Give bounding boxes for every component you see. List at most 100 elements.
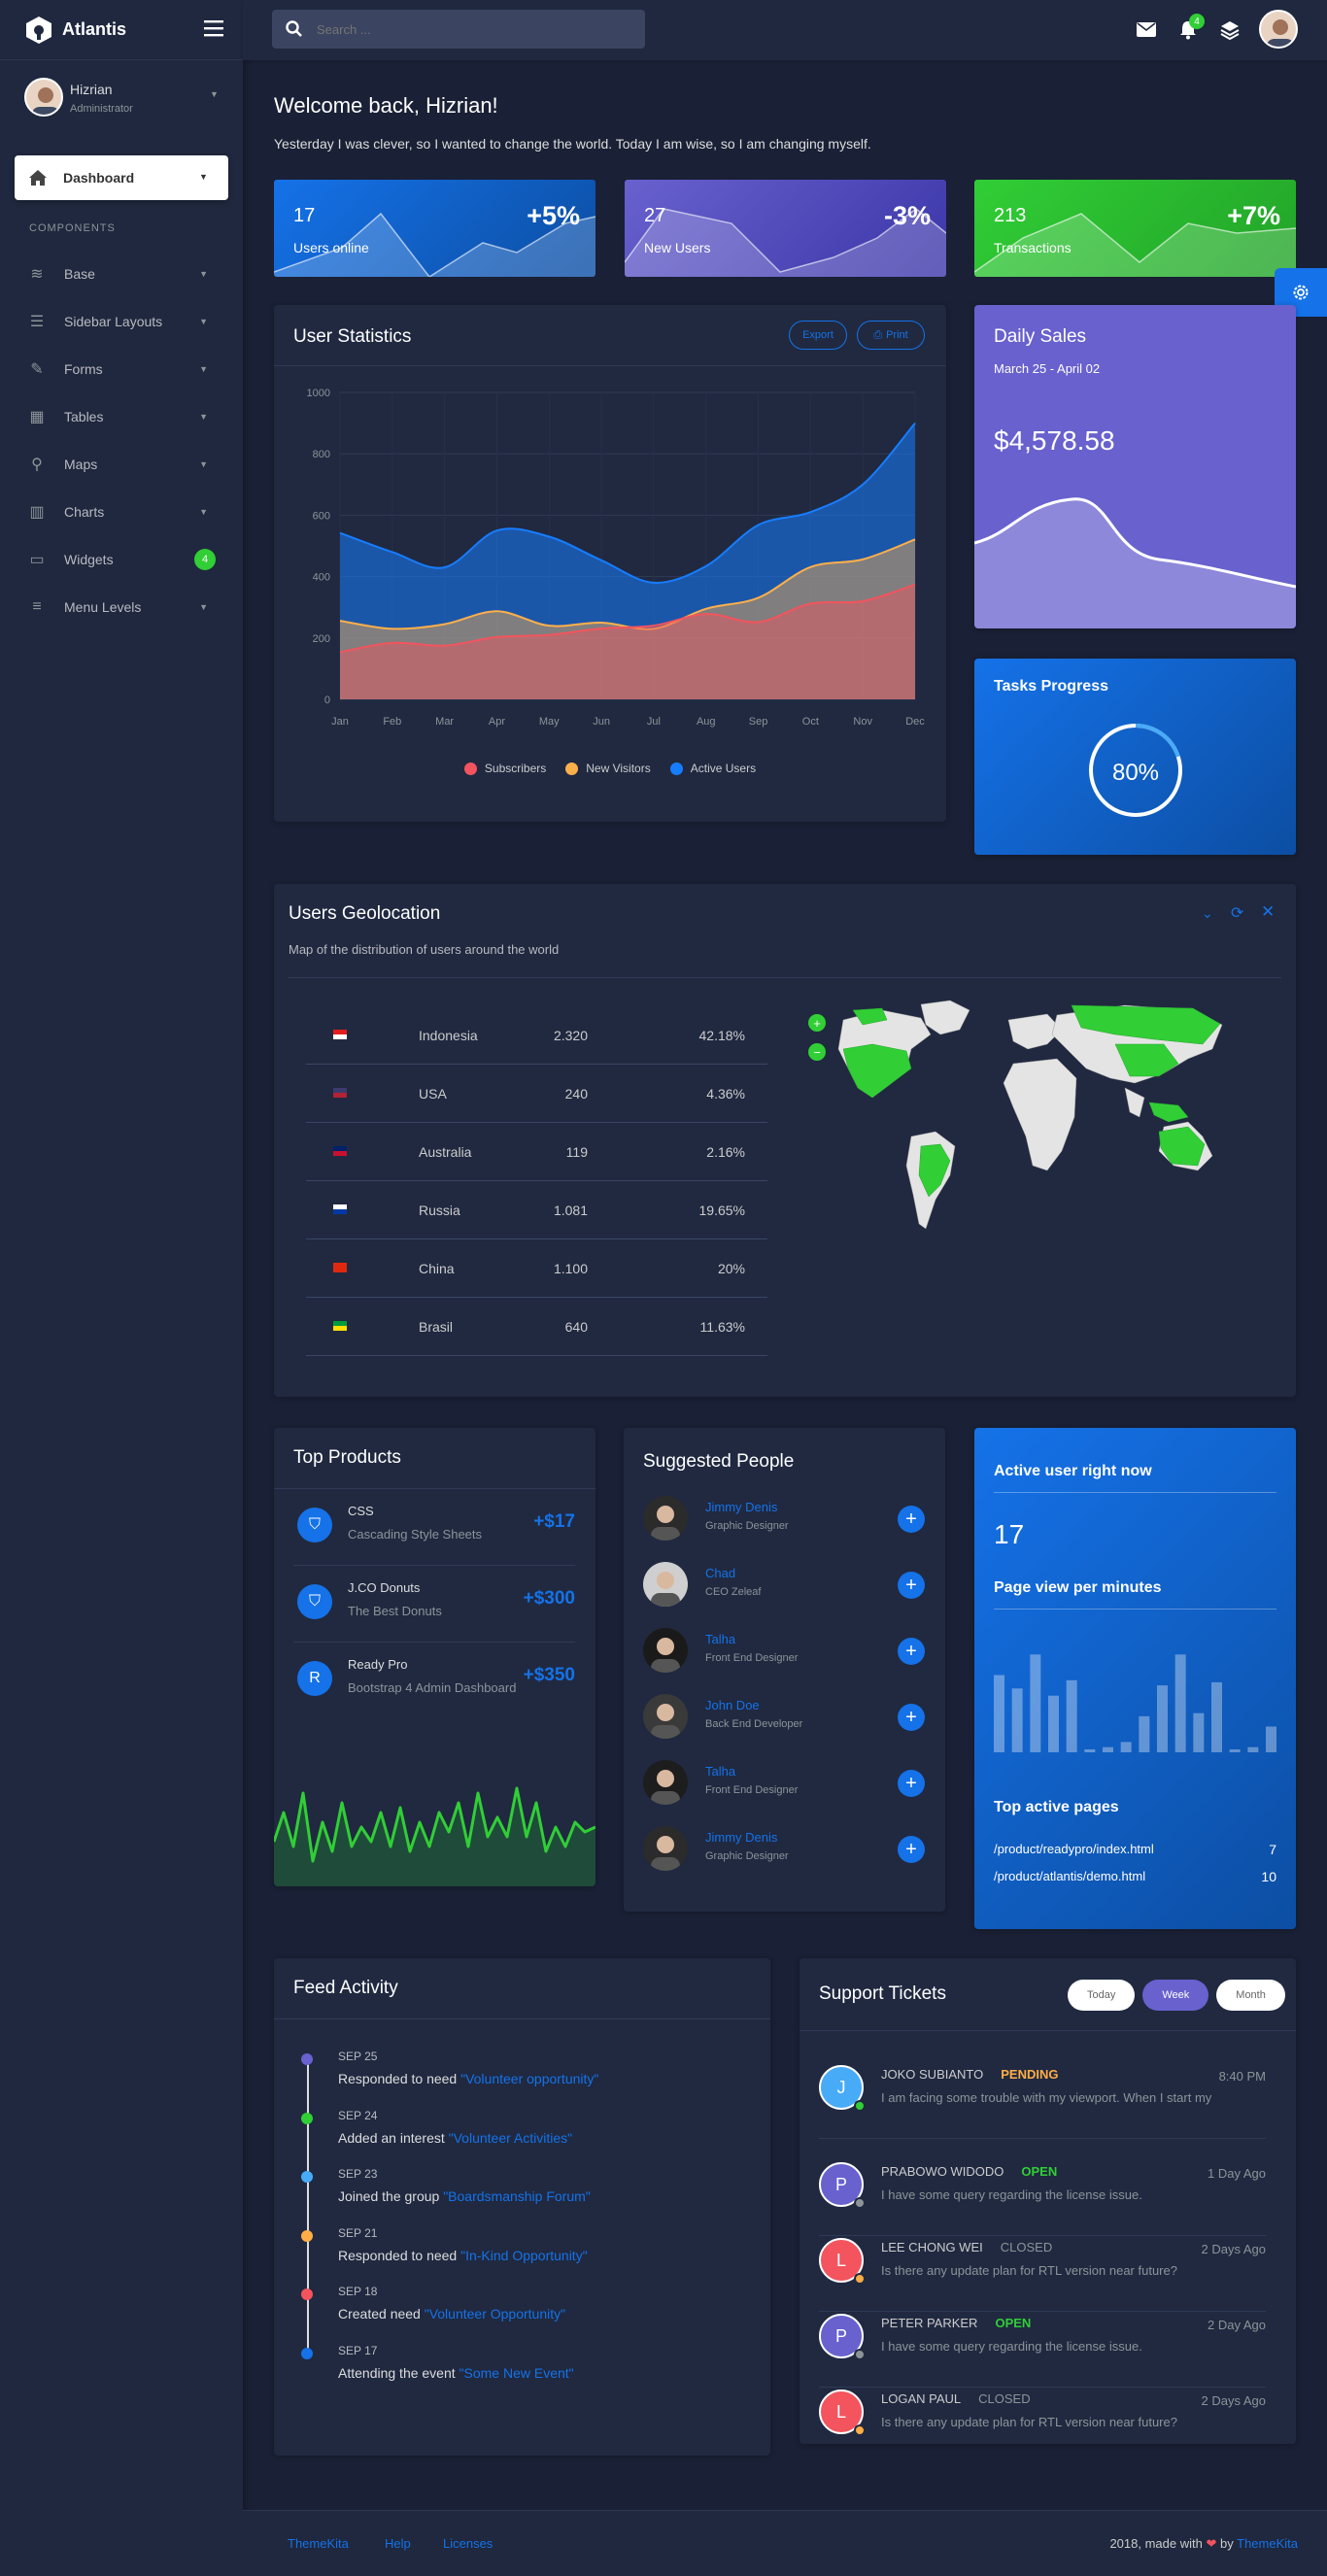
- timeline-link[interactable]: "Volunteer Opportunity": [425, 2306, 565, 2322]
- stat-value: 27: [644, 205, 666, 226]
- ticket-item[interactable]: P PRABOWO WIDODO OPEN 1 Day Ago I have some …: [800, 2145, 1285, 2236]
- list-item[interactable]: ⛉ J.CO Donuts The Best Donuts +$300: [274, 1567, 595, 1643]
- caret-down-icon: ▼: [199, 269, 208, 279]
- layers-icon[interactable]: [1220, 20, 1240, 41]
- export-button[interactable]: Export: [789, 321, 847, 350]
- sidebar-item-dashboard[interactable]: Dashboard ▼: [15, 155, 228, 200]
- legend-item[interactable]: New Visitors: [565, 762, 651, 775]
- timeline-link[interactable]: "In-Kind Opportunity": [460, 2248, 588, 2263]
- sidebar-toggle-icon[interactable]: [204, 19, 223, 37]
- avatar[interactable]: [643, 1496, 688, 1541]
- envelope-icon[interactable]: [1137, 22, 1156, 37]
- sidebar-item-tables[interactable]: ▦ Tables ▼: [0, 397, 243, 436]
- pageview-bar: [1084, 1749, 1096, 1752]
- footer-link-themekita[interactable]: ThemeKita: [288, 2536, 349, 2551]
- footer-brand-link[interactable]: ThemeKita: [1237, 2536, 1298, 2551]
- search-box[interactable]: [272, 10, 645, 49]
- list-item: Jimmy Denis Graphic Designer +: [624, 1816, 944, 1882]
- close-icon[interactable]: ✕: [1261, 902, 1275, 922]
- ticket-item[interactable]: J JOKO SUBIANTO PENDING 8:40 PM I am facing …: [800, 2048, 1285, 2139]
- y-tick-label: 800: [313, 449, 330, 460]
- ticket-item[interactable]: L LEE CHONG WEI CLOSED 2 Days Ago Is there a…: [800, 2220, 1285, 2312]
- avatar[interactable]: [643, 1562, 688, 1607]
- add-person-button[interactable]: +: [898, 1704, 925, 1731]
- person-name[interactable]: Jimmy Denis: [705, 1500, 777, 1514]
- user-profile[interactable]: Hizrian Administrator ▼: [0, 68, 243, 130]
- footer-made-with: 2018, made with: [1109, 2536, 1203, 2551]
- refresh-icon[interactable]: ⟳: [1231, 903, 1243, 923]
- add-person-button[interactable]: +: [898, 1638, 925, 1665]
- country-name: Australia: [419, 1144, 472, 1160]
- sidebar-item-maps[interactable]: ⚲ Maps ▼: [0, 445, 243, 484]
- timeline-link[interactable]: "Volunteer Activities": [449, 2130, 572, 2146]
- tab-week[interactable]: Week: [1142, 1980, 1209, 2011]
- x-tick-label: Jun: [593, 716, 610, 728]
- print-button[interactable]: ⎙ Print: [857, 321, 925, 350]
- person-name[interactable]: Talha: [705, 1764, 735, 1779]
- home-icon: [28, 169, 48, 186]
- sidebar-item-widgets[interactable]: ▭ Widgets 4: [0, 540, 243, 579]
- pageview-bar: [1103, 1746, 1113, 1752]
- sidebar-item-sidebar-layouts[interactable]: ☰ Sidebar Layouts ▼: [0, 302, 243, 341]
- top-page-count: 10: [1261, 1869, 1276, 1884]
- person-name[interactable]: Chad: [705, 1566, 735, 1580]
- ticket-time: 1 Day Ago: [1208, 2166, 1266, 2181]
- sidebar-item-charts[interactable]: ▥ Charts ▼: [0, 492, 243, 531]
- y-tick-label: 0: [324, 695, 330, 706]
- ticket-user: LEE CHONG WEI: [881, 2240, 983, 2254]
- ticket-item[interactable]: P PETER PARKER OPEN 2 Day Ago I have some qu…: [800, 2296, 1285, 2388]
- top-page-path[interactable]: /product/readypro/index.html: [994, 1842, 1154, 1856]
- add-person-button[interactable]: +: [898, 1506, 925, 1533]
- zoom-out-button[interactable]: −: [808, 1043, 826, 1061]
- add-person-button[interactable]: +: [898, 1836, 925, 1863]
- tab-month[interactable]: Month: [1216, 1980, 1285, 2011]
- brand-name[interactable]: Atlantis: [62, 19, 126, 40]
- layers-icon: ≋: [30, 266, 44, 283]
- divider: [274, 1488, 595, 1489]
- timeline-text: Responded to need "Volunteer opportunity…: [338, 2071, 756, 2086]
- footer-link-help[interactable]: Help: [385, 2536, 411, 2551]
- avatar[interactable]: [643, 1760, 688, 1805]
- table-row: Brasil 640 11.63%: [306, 1298, 767, 1356]
- legend-item[interactable]: Subscribers: [463, 762, 546, 775]
- card-title: Suggested People: [643, 1451, 795, 1472]
- list-item[interactable]: ⛉ CSS Cascading Style Sheets +$17: [274, 1490, 595, 1566]
- legend-dot: [669, 762, 683, 775]
- ticket-item[interactable]: L LOGAN PAUL CLOSED 2 Days Ago Is there any …: [800, 2372, 1285, 2459]
- card-title: Users Geolocation: [289, 903, 441, 924]
- add-person-button[interactable]: +: [898, 1770, 925, 1797]
- avatar[interactable]: [643, 1826, 688, 1871]
- list-item[interactable]: R Ready Pro Bootstrap 4 Admin Dashboard +$3…: [274, 1644, 595, 1719]
- timeline-link[interactable]: "Some New Event": [459, 2365, 574, 2381]
- stat-label: New Users: [644, 240, 711, 255]
- sidebar-item-menu-levels[interactable]: ≡ Menu Levels ▼: [0, 588, 243, 627]
- footer-link-licenses[interactable]: Licenses: [443, 2536, 493, 2551]
- collapse-icon[interactable]: ⌄: [1202, 905, 1213, 922]
- timeline-link[interactable]: "Boardsmanship Forum": [443, 2188, 591, 2204]
- search-input[interactable]: [317, 19, 628, 39]
- chevron-down-icon[interactable]: ▼: [210, 89, 219, 99]
- print-label: Print: [886, 329, 908, 341]
- avatar[interactable]: [643, 1694, 688, 1739]
- th-list-icon: ☰: [29, 314, 45, 330]
- legend-item[interactable]: Active Users: [669, 762, 756, 775]
- timeline-link[interactable]: "Volunteer opportunity": [460, 2071, 598, 2086]
- x-tick-label: Oct: [802, 716, 819, 728]
- person-name[interactable]: Talha: [705, 1632, 735, 1646]
- tab-today[interactable]: Today: [1068, 1980, 1136, 2011]
- person-name[interactable]: Jimmy Denis: [705, 1830, 777, 1845]
- brand-logo-icon[interactable]: [24, 16, 53, 45]
- card-title: Active user right now: [994, 1463, 1152, 1479]
- search-icon[interactable]: [286, 20, 303, 38]
- zoom-in-button[interactable]: +: [808, 1014, 826, 1032]
- add-person-button[interactable]: +: [898, 1572, 925, 1599]
- person-name[interactable]: John Doe: [705, 1698, 760, 1712]
- table-row: USA 240 4.36%: [306, 1065, 767, 1123]
- pageview-bar: [1011, 1688, 1023, 1752]
- user-avatar[interactable]: [1259, 10, 1298, 49]
- sidebar-item-forms[interactable]: ✎ Forms ▼: [0, 350, 243, 389]
- avatar[interactable]: [643, 1628, 688, 1673]
- sidebar-item-base[interactable]: ≋ Base ▼: [0, 254, 243, 293]
- x-tick-label: Feb: [383, 716, 401, 728]
- top-page-path[interactable]: /product/atlantis/demo.html: [994, 1869, 1145, 1883]
